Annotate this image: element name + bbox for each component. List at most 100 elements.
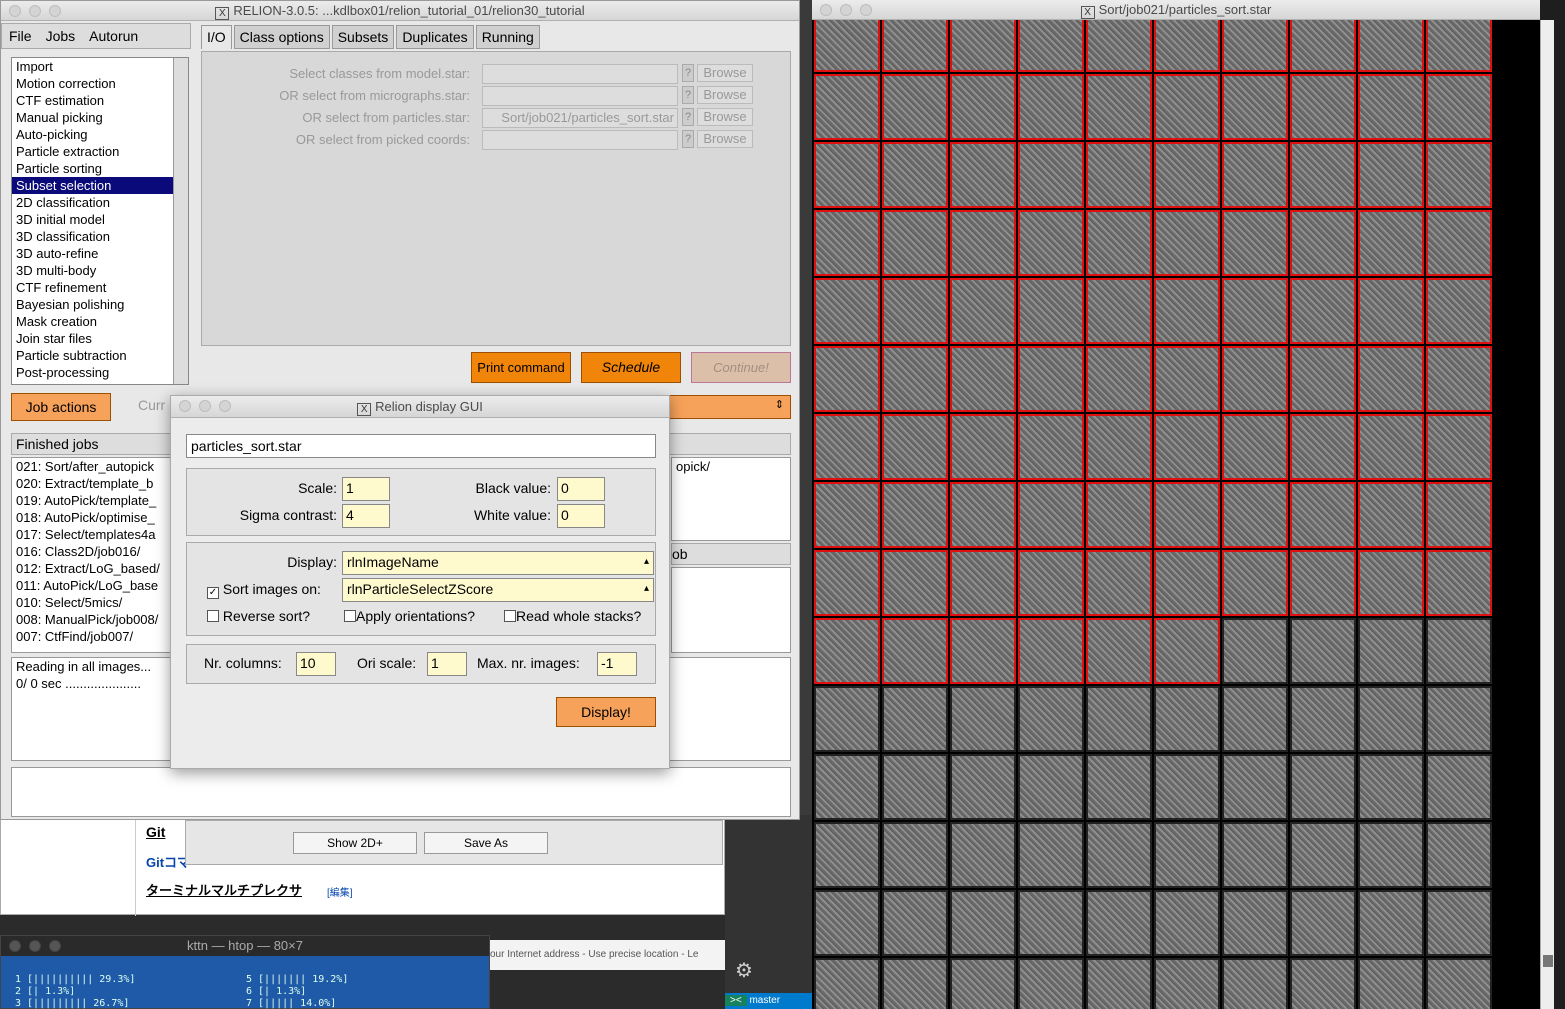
close-icon[interactable]	[9, 5, 21, 17]
help-button[interactable]: ?	[682, 64, 694, 82]
particle-image[interactable]	[882, 278, 948, 344]
browse-button[interactable]: Browse	[697, 64, 753, 82]
close-icon[interactable]	[179, 400, 191, 412]
particle-image[interactable]	[1222, 686, 1288, 752]
particle-image[interactable]	[1154, 74, 1220, 140]
black-value-input[interactable]: 0	[557, 477, 605, 501]
job-type-item[interactable]: 3D initial model	[12, 211, 188, 228]
particle-image[interactable]	[1086, 890, 1152, 956]
particle-image[interactable]	[1426, 142, 1492, 208]
particle-image[interactable]	[1426, 346, 1492, 412]
zoom-icon[interactable]	[860, 4, 872, 16]
particle-image[interactable]	[1222, 278, 1288, 344]
particle-image[interactable]	[950, 210, 1016, 276]
particle-image[interactable]	[1426, 414, 1492, 480]
finished-job-item[interactable]: 019: AutoPick/template_	[12, 492, 170, 509]
particle-image[interactable]	[882, 414, 948, 480]
minimize-icon[interactable]	[840, 4, 852, 16]
finished-job-item[interactable]: 010: Select/5mics/	[12, 594, 170, 611]
particle-image[interactable]	[1086, 822, 1152, 888]
print-command-button[interactable]: Print command	[471, 352, 571, 383]
job-type-item[interactable]: Subset selection	[12, 177, 188, 194]
tab-class-options[interactable]: Class options	[233, 25, 330, 49]
particle-image[interactable]	[1426, 958, 1492, 1009]
particle-image[interactable]	[950, 618, 1016, 684]
particle-image[interactable]	[1290, 890, 1356, 956]
zoom-icon[interactable]	[49, 5, 61, 17]
particle-image[interactable]	[1086, 346, 1152, 412]
particle-image[interactable]	[1358, 74, 1424, 140]
particle-image[interactable]	[1018, 482, 1084, 548]
particle-image[interactable]	[1154, 142, 1220, 208]
particle-image[interactable]	[882, 142, 948, 208]
particle-image[interactable]	[1154, 414, 1220, 480]
particle-image[interactable]	[882, 550, 948, 616]
particle-image[interactable]	[1290, 414, 1356, 480]
particle-image[interactable]	[882, 822, 948, 888]
job-type-item[interactable]: Motion correction	[12, 75, 188, 92]
particle-image[interactable]	[882, 686, 948, 752]
particle-image[interactable]	[1358, 482, 1424, 548]
particle-image[interactable]	[950, 958, 1016, 1009]
particle-image[interactable]	[1018, 686, 1084, 752]
particle-image[interactable]	[950, 20, 1016, 72]
zoom-icon[interactable]	[219, 400, 231, 412]
particle-image[interactable]	[882, 210, 948, 276]
particle-image[interactable]	[1018, 278, 1084, 344]
particle-image[interactable]	[882, 754, 948, 820]
particle-image[interactable]	[1290, 618, 1356, 684]
apply-orientations-checkbox[interactable]	[344, 610, 356, 622]
particle-image[interactable]	[1086, 686, 1152, 752]
particle-image[interactable]	[1290, 346, 1356, 412]
particle-image[interactable]	[1086, 278, 1152, 344]
particle-image[interactable]	[1154, 550, 1220, 616]
particle-image[interactable]	[1290, 822, 1356, 888]
micrographs-star-input[interactable]	[482, 86, 678, 106]
particle-image[interactable]	[950, 482, 1016, 548]
particle-image[interactable]	[814, 550, 880, 616]
job-type-item[interactable]: Import	[12, 58, 188, 75]
particle-image[interactable]	[814, 74, 880, 140]
picked-coords-input[interactable]	[482, 130, 678, 150]
particle-image[interactable]	[1290, 958, 1356, 1009]
show-2d-button[interactable]: Show 2D+	[293, 832, 417, 854]
particle-image[interactable]	[1154, 20, 1220, 72]
scroll-thumb[interactable]	[1543, 955, 1553, 967]
minimize-icon[interactable]	[199, 400, 211, 412]
browse-button[interactable]: Browse	[697, 130, 753, 148]
finished-job-item[interactable]: 021: Sort/after_autopick	[12, 458, 170, 475]
particle-image[interactable]	[882, 890, 948, 956]
particle-image[interactable]	[1018, 822, 1084, 888]
particle-image[interactable]	[1290, 482, 1356, 548]
particle-image[interactable]	[814, 20, 880, 72]
display-select[interactable]: rlnImageName ▴	[342, 551, 654, 575]
particle-image[interactable]	[1018, 210, 1084, 276]
particle-image[interactable]	[1222, 890, 1288, 956]
job-input-item[interactable]: opick/	[672, 458, 790, 475]
particle-image[interactable]	[882, 958, 948, 1009]
particle-image[interactable]	[950, 754, 1016, 820]
particle-image[interactable]	[1018, 346, 1084, 412]
particle-image[interactable]	[1290, 20, 1356, 72]
zoom-icon[interactable]	[49, 940, 61, 952]
particle-image[interactable]	[882, 20, 948, 72]
sigma-contrast-input[interactable]: 4	[342, 504, 390, 528]
particle-image[interactable]	[950, 414, 1016, 480]
sort-checkbox[interactable]: ✓	[207, 587, 219, 599]
particle-image[interactable]	[814, 482, 880, 548]
job-type-item[interactable]: CTF refinement	[12, 279, 188, 296]
white-value-input[interactable]: 0	[557, 504, 605, 528]
particle-image[interactable]	[814, 958, 880, 1009]
particle-image[interactable]	[882, 618, 948, 684]
menu-file[interactable]: File	[2, 24, 39, 48]
job-type-item[interactable]: 3D multi-body	[12, 262, 188, 279]
particle-image[interactable]	[950, 686, 1016, 752]
branch-label[interactable]: master	[749, 995, 780, 1006]
gear-icon[interactable]: ⚙	[735, 958, 753, 983]
display-button[interactable]: Display!	[556, 697, 656, 727]
finished-job-item[interactable]: 016: Class2D/job016/	[12, 543, 170, 560]
particle-image[interactable]	[1290, 550, 1356, 616]
ori-scale-input[interactable]: 1	[427, 652, 467, 676]
job-type-item[interactable]: Bayesian polishing	[12, 296, 188, 313]
job-type-item[interactable]: Auto-picking	[12, 126, 188, 143]
